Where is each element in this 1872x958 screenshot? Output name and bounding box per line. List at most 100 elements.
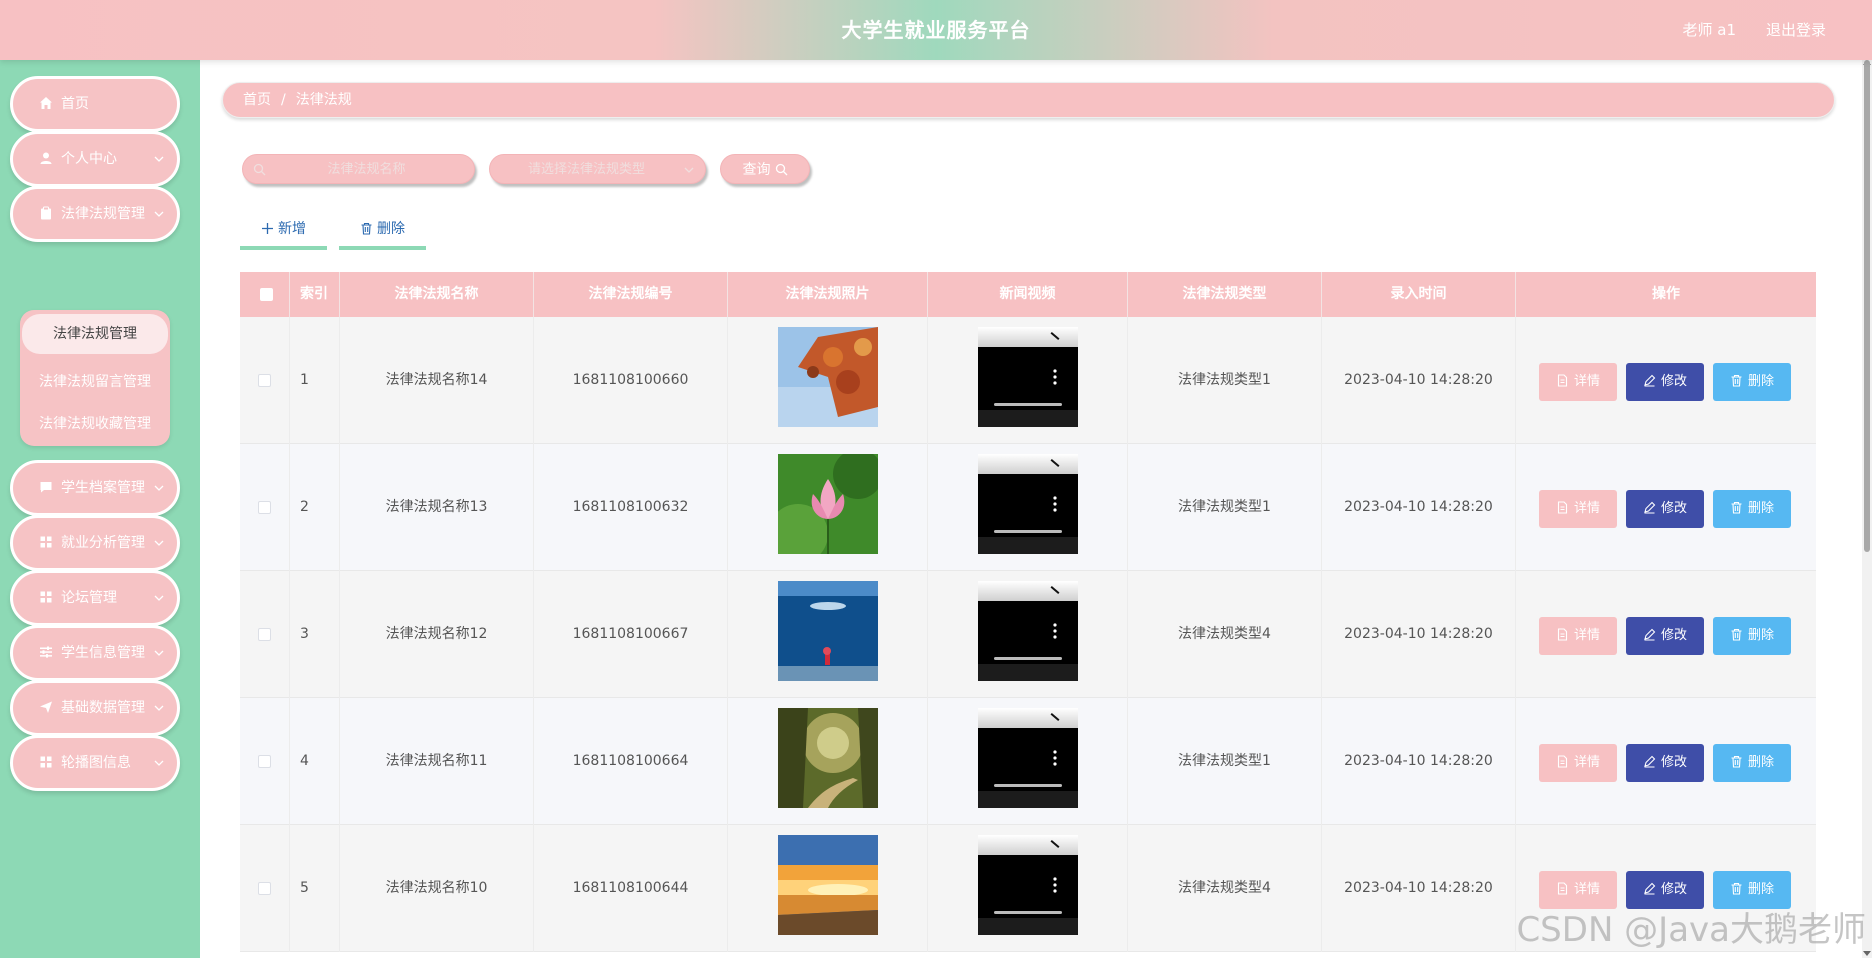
news-video-player[interactable] [978,454,1078,554]
chevron-down-icon [154,650,164,656]
row-video-cell [928,698,1128,825]
sidebar-item-students[interactable]: 学生信息管理 [10,625,180,681]
scroll-down-icon[interactable] [1863,951,1871,956]
edit-button-label: 修改 [1660,501,1687,516]
delete-button[interactable]: 删除 [1713,490,1791,528]
header-index: 索引 [290,272,340,317]
scrollbar-thumb[interactable] [1864,60,1870,552]
sidebar-item-law[interactable]: 法律法规管理 [10,186,180,242]
video-progress-bar[interactable] [994,657,1062,660]
detail-button[interactable]: 详情 [1539,617,1617,655]
edit-button-label: 修改 [1660,882,1687,897]
row-index: 2 [290,444,340,571]
row-type: 法律法规类型4 [1128,825,1322,952]
law-type-select[interactable]: 请选择法律法规类型 [489,154,706,184]
news-video-player[interactable] [978,327,1078,427]
row-name: 法律法规名称14 [340,317,534,444]
row-code: 1681108100644 [534,825,728,952]
trash-icon [1731,755,1742,768]
edit-button[interactable]: 修改 [1626,363,1704,401]
chevron-down-icon [154,156,164,162]
edit-icon [1644,628,1656,641]
detail-button[interactable]: 详情 [1539,744,1617,782]
edit-button[interactable]: 修改 [1626,617,1704,655]
news-video-player[interactable] [978,835,1078,935]
header-code: 法律法规编号 [534,272,728,317]
user-icon [40,152,52,164]
row-checkbox[interactable] [258,882,271,895]
detail-button[interactable]: 详情 [1539,363,1617,401]
row-type: 法律法规类型1 [1128,698,1322,825]
news-video-player[interactable] [978,581,1078,681]
law-photo[interactable] [778,581,878,681]
law-name-search-input[interactable]: 法律法规名称 [242,154,475,184]
search-button-label: 查询 [742,162,771,178]
sidebar-item-carousel[interactable]: 轮播图信息 [10,735,180,791]
row-code: 1681108100660 [534,317,728,444]
row-select-cell [240,444,290,571]
edit-button[interactable]: 修改 [1626,744,1704,782]
law-photo[interactable] [778,708,878,808]
sidebar-item-label: 轮播图信息 [61,755,131,771]
row-checkbox[interactable] [258,501,271,514]
add-button[interactable]: 新增 [240,212,327,250]
row-index: 3 [290,571,340,698]
photo-sea [778,581,878,681]
submenu-item-law-manage[interactable]: 法律法规管理 [22,314,168,354]
add-button-label: 新增 [278,221,306,237]
more-options-icon[interactable] [1053,877,1057,893]
delete-button[interactable]: 删除 [1713,617,1791,655]
row-time: 2023-04-10 14:28:20 [1322,571,1516,698]
chevron-down-icon [154,705,164,711]
sidebar-item-archives[interactable]: 学生档案管理 [10,460,180,516]
table-row: 1 法律法规名称14 1681108100660 法律法规类型1 2023-04… [240,317,1816,444]
trash-icon [1731,628,1742,641]
header-name: 法律法规名称 [340,272,534,317]
video-progress-bar[interactable] [994,530,1062,533]
sidebar-item-personal[interactable]: 个人中心 [10,131,180,187]
video-progress-bar[interactable] [994,403,1062,406]
row-time: 2023-04-10 14:28:20 [1322,317,1516,444]
sidebar-item-home[interactable]: 首页 [10,76,180,132]
app-title: 大学生就业服务平台 [841,18,1031,42]
sidebar-item-employment[interactable]: 就业分析管理 [10,515,180,571]
detail-button[interactable]: 详情 [1539,490,1617,528]
more-options-icon[interactable] [1053,369,1057,385]
law-photo[interactable] [778,835,878,935]
send-icon [40,701,52,713]
video-progress-bar[interactable] [994,911,1062,914]
page-scrollbar[interactable] [1862,60,1872,958]
table-row: 4 法律法规名称11 1681108100664 法律法规类型1 2023-04… [240,698,1816,825]
more-options-icon[interactable] [1053,496,1057,512]
edit-button-label: 修改 [1660,374,1687,389]
law-photo[interactable] [778,327,878,427]
grid-icon [40,591,52,603]
video-progress-bar[interactable] [994,784,1062,787]
edit-button[interactable]: 修改 [1626,490,1704,528]
row-checkbox[interactable] [258,628,271,641]
logout-link[interactable]: 退出登录 [1766,0,1826,60]
news-video-player[interactable] [978,708,1078,808]
row-index: 5 [290,825,340,952]
row-type: 法律法规类型1 [1128,317,1322,444]
law-photo[interactable] [768,449,883,564]
row-checkbox[interactable] [258,374,271,387]
trash-icon [1731,882,1742,895]
delete-button[interactable]: 删除 [1713,744,1791,782]
bulk-delete-button[interactable]: 删除 [339,212,426,250]
submenu-item-law-comments[interactable]: 法律法规留言管理 [20,360,170,404]
select-all-checkbox[interactable] [260,288,273,301]
sidebar-item-basic-data[interactable]: 基础数据管理 [10,680,180,736]
search-button[interactable]: 查询 [720,154,810,184]
chevron-down-icon [684,167,694,173]
document-icon [1557,755,1568,768]
row-code: 1681108100664 [534,698,728,825]
submenu-item-law-favorites[interactable]: 法律法规收藏管理 [20,402,170,446]
row-checkbox[interactable] [258,755,271,768]
more-options-icon[interactable] [1053,623,1057,639]
trash-icon [1731,501,1742,514]
breadcrumb-home[interactable]: 首页 [243,92,271,108]
more-options-icon[interactable] [1053,750,1057,766]
delete-button[interactable]: 删除 [1713,363,1791,401]
sidebar-item-forum[interactable]: 论坛管理 [10,570,180,626]
